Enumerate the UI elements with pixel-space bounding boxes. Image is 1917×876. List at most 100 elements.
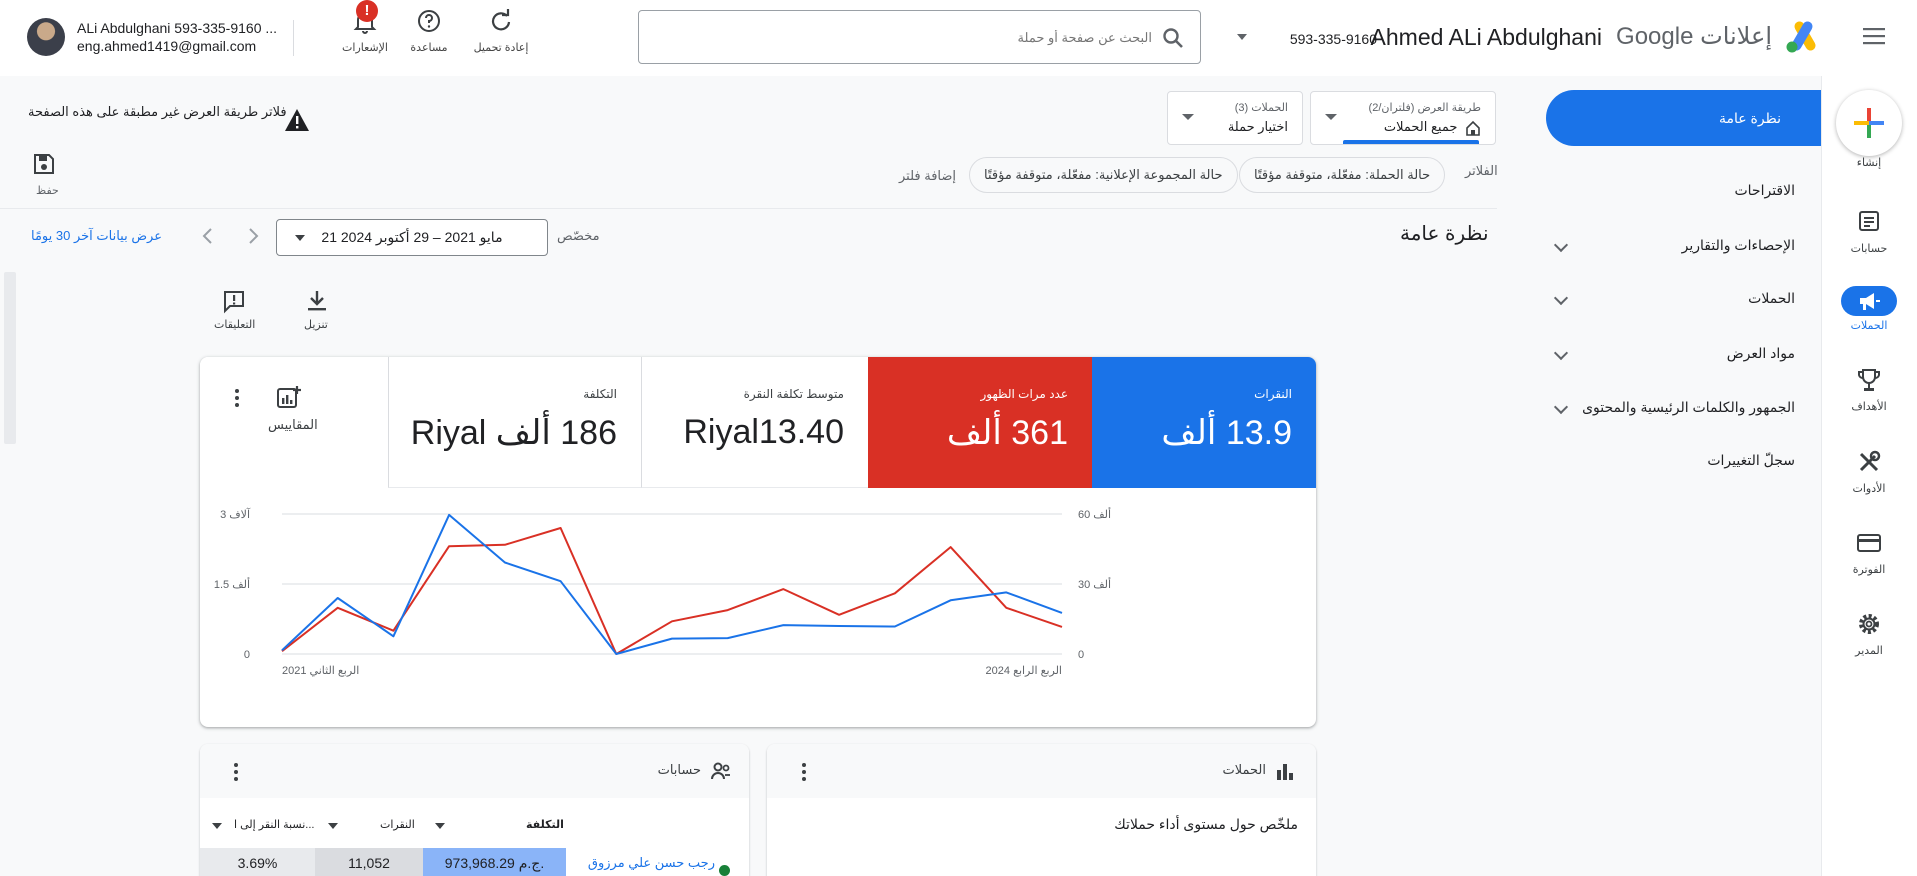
nav-rail: إنشاء حسابات الحملات الأهداف الأدوات الف… bbox=[1821, 76, 1917, 876]
left-axis-tick: 1.5 ألف bbox=[214, 577, 250, 591]
campaigns-summary-text: ملخّص حول مستوى أداء حملاتك bbox=[1114, 816, 1298, 832]
subnav-label: الاقتراحات bbox=[1734, 182, 1795, 198]
metric-cost[interactable]: التكلفة 186 ألف Riyal bbox=[388, 357, 642, 488]
metric-avg-cpc[interactable]: متوسط تكلفة النقرة Riyal13.40 bbox=[642, 357, 868, 488]
account-name[interactable]: Ahmed ALi Abdulghani bbox=[1371, 24, 1602, 51]
chevron-down-icon bbox=[1553, 290, 1569, 306]
create-button[interactable] bbox=[1836, 90, 1902, 156]
notifications-label: الإشعارات bbox=[342, 42, 388, 54]
filter-chip-adgroup-status[interactable]: حالة المجموعة الإعلانية: مفعّلة، متوقفة … bbox=[969, 157, 1238, 193]
scrollbar[interactable] bbox=[4, 272, 16, 444]
google-ads-logo-icon[interactable] bbox=[1785, 18, 1821, 54]
previous-period-button[interactable] bbox=[198, 226, 218, 246]
rail-billing[interactable]: الفوترة bbox=[1821, 529, 1917, 576]
metric-value: 186 ألف Riyal bbox=[410, 414, 617, 452]
subnav-item-assets[interactable]: مواد العرض bbox=[1546, 333, 1821, 373]
performance-chart: 0 1.5 ألف 3 آلاف 0 30 ألف 60 ألف الربع الثان… bbox=[214, 507, 1111, 677]
campaign-dropdown-icon bbox=[1182, 114, 1194, 120]
sort-icon[interactable] bbox=[212, 823, 222, 829]
bar-chart-icon bbox=[1276, 762, 1294, 780]
metric-impressions[interactable]: عدد مرات الظهور 361 ألف bbox=[868, 357, 1092, 488]
sort-icon[interactable] bbox=[435, 823, 445, 829]
save-label[interactable]: حفظ bbox=[36, 184, 59, 197]
top-bar: إعلانات Google Ahmed ALi Abdulghani 593-… bbox=[0, 0, 1917, 76]
notifications-button[interactable]: ! الإشعارات bbox=[334, 0, 396, 54]
chart-grid bbox=[282, 513, 1062, 655]
campaign-selector-label: الحملات (3) bbox=[1234, 102, 1288, 114]
account-id[interactable]: 593-335-9160 bbox=[1290, 31, 1377, 47]
user-email[interactable]: eng.ahmed1419@gmail.com bbox=[77, 38, 256, 54]
rail-goals-label: الأهداف bbox=[1851, 401, 1887, 413]
subnav-label: الجمهور والكلمات الرئيسية والمحتوى bbox=[1582, 399, 1795, 415]
campaigns-summary-card: الحملات ملخّص حول مستوى أداء حملاتك bbox=[767, 744, 1316, 876]
comments-icon[interactable] bbox=[221, 288, 247, 314]
metrics-picker[interactable]: المقاييس bbox=[200, 357, 388, 488]
view-dropdown-icon bbox=[1325, 114, 1337, 120]
refresh-button[interactable]: إعادة تحميل bbox=[470, 8, 532, 54]
column-header-cost[interactable]: التكلفة bbox=[526, 818, 564, 831]
download-label[interactable]: تنزيل bbox=[304, 318, 328, 331]
subnav-item-change-history[interactable]: سجلّ التغييرات bbox=[1546, 440, 1821, 480]
account-name-link[interactable]: رجب حسن علي مرزوق bbox=[575, 848, 715, 876]
rail-campaigns[interactable]: الحملات bbox=[1821, 286, 1917, 332]
refresh-label: إعادة تحميل bbox=[473, 42, 529, 54]
rail-tools-label: الأدوات bbox=[1852, 483, 1886, 495]
left-axis-ticks: 0 1.5 ألف 3 آلاف bbox=[214, 508, 251, 661]
x-axis-label-start: الربع الثاني 2021 bbox=[282, 665, 359, 677]
campaign-selector-value: اختيار حملة bbox=[1227, 119, 1288, 134]
search-box[interactable] bbox=[638, 10, 1201, 64]
account-dropdown-icon[interactable] bbox=[1237, 34, 1247, 40]
page-title: نظرة عامة bbox=[1400, 223, 1489, 245]
avatar[interactable] bbox=[27, 18, 65, 56]
more-vert-icon[interactable] bbox=[802, 763, 806, 781]
subnav-item-campaigns[interactable]: الحملات bbox=[1546, 278, 1821, 318]
campaigns-card-title: الحملات bbox=[1222, 762, 1266, 777]
subnav-item-recommendations[interactable]: الاقتراحات bbox=[1546, 170, 1821, 210]
right-axis-tick: 60 ألف bbox=[1078, 507, 1111, 521]
warning-icon bbox=[284, 108, 310, 132]
show-last-30-days-link[interactable]: عرض بيانات آخر 30 يومًا bbox=[31, 228, 162, 244]
performance-card: النقرات 13.9 ألف عدد مرات الظهور 361 ألف… bbox=[200, 357, 1316, 727]
right-axis-ticks: 0 30 ألف 60 ألف bbox=[1078, 507, 1111, 661]
rail-tools[interactable]: الأدوات bbox=[1821, 448, 1917, 495]
comments-label[interactable]: التعليقات bbox=[214, 318, 255, 331]
user-name[interactable]: ALi Abdulghani 593-335-9160 ... bbox=[77, 20, 277, 36]
help-label: مساعدة bbox=[410, 42, 448, 54]
subnav-item-insights-reports[interactable]: الإحصاءات والتقارير bbox=[1546, 225, 1821, 265]
rail-accounts[interactable]: حسابات bbox=[1821, 208, 1917, 255]
series-line-impressions bbox=[281, 527, 1063, 655]
more-vert-icon[interactable] bbox=[234, 763, 238, 781]
add-filter-button[interactable]: إضافة فلتر bbox=[899, 168, 956, 184]
download-icon[interactable] bbox=[304, 288, 330, 314]
view-selector[interactable]: طريقة العرض (فلتران/2) جميع الحملات bbox=[1310, 91, 1496, 145]
filter-chip-campaign-status[interactable]: حالة الحملة: مفعّلة، متوقفة مؤقتًا bbox=[1239, 157, 1446, 193]
help-button[interactable]: مساعدة bbox=[398, 8, 460, 54]
metric-clicks[interactable]: النقرات 13.9 ألف bbox=[1092, 357, 1316, 488]
filter-warning: فلاتر طريقة العرض غير مطبقة على هذه الصف… bbox=[28, 104, 287, 119]
date-range-picker[interactable]: 21 مايو 2021 – 29 أكتوبر 2024 bbox=[276, 219, 548, 256]
rail-create[interactable]: إنشاء bbox=[1821, 156, 1917, 169]
right-axis-tick: 0 bbox=[1078, 649, 1084, 661]
subnav-item-audiences[interactable]: الجمهور والكلمات الرئيسية والمحتوى bbox=[1546, 387, 1821, 427]
column-header-ctr[interactable]: نسبة النقر إلى ا... bbox=[234, 818, 314, 831]
status-dot bbox=[719, 865, 730, 876]
chevron-down-icon bbox=[1553, 399, 1569, 415]
rail-admin[interactable]: المدير bbox=[1821, 610, 1917, 657]
sort-icon[interactable] bbox=[328, 823, 338, 829]
product-name[interactable]: إعلانات Google bbox=[1616, 22, 1772, 51]
refresh-icon bbox=[488, 8, 514, 34]
metric-value: Riyal13.40 bbox=[683, 413, 844, 451]
campaign-selector[interactable]: الحملات (3) اختيار حملة bbox=[1167, 91, 1303, 145]
next-period-button[interactable] bbox=[243, 226, 263, 246]
search-input[interactable] bbox=[672, 25, 1152, 49]
rail-goals[interactable]: الأهداف bbox=[1821, 366, 1917, 413]
subnav-item-overview[interactable]: نظرة عامة bbox=[1546, 90, 1821, 146]
search-icon[interactable] bbox=[1162, 27, 1184, 49]
menu-icon[interactable] bbox=[1863, 26, 1887, 46]
save-icon[interactable] bbox=[32, 152, 56, 176]
home-icon bbox=[1465, 120, 1481, 136]
more-vert-icon[interactable] bbox=[235, 389, 239, 407]
help-icon bbox=[416, 8, 442, 34]
brand-label: Google bbox=[1616, 23, 1694, 50]
column-header-clicks[interactable]: النقرات bbox=[380, 818, 415, 831]
